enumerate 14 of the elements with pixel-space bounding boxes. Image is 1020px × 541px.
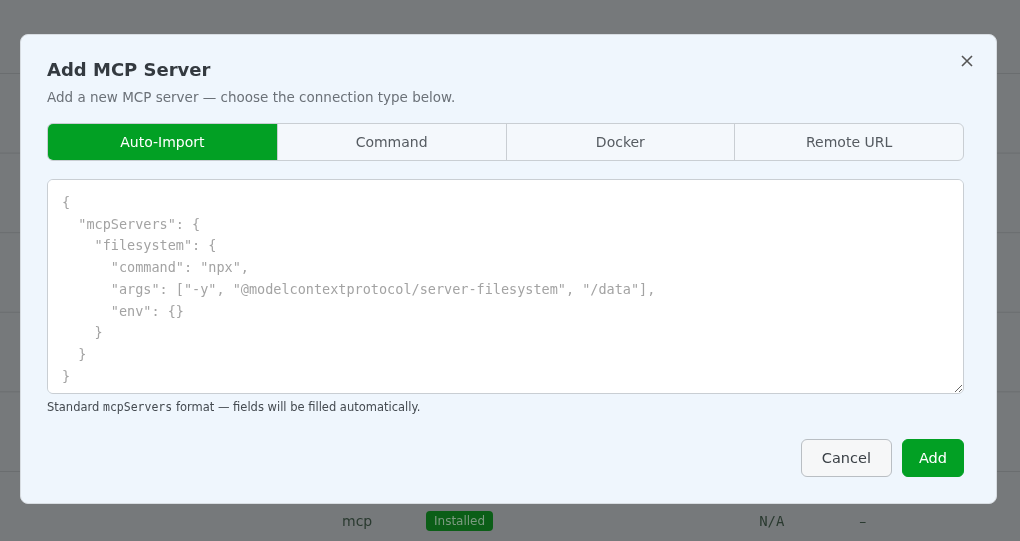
dash-text: –	[859, 513, 868, 529]
dialog-subtitle: Add a new MCP server — choose the connection type below.	[47, 89, 457, 105]
size-text: N/A	[759, 513, 786, 529]
hint-text: Standard mcpServers format — fields will be filled automatically.	[47, 400, 422, 414]
json-input-field[interactable]: { "mcpServers": { "filesystem": { "command": "npx", "args": ["-y", "@modelcontextprotocol/server-filesystem", "/data"], "env": {} } } }	[47, 179, 964, 394]
tab[interactable]: Docker	[505, 124, 735, 160]
tab[interactable]: Command	[276, 124, 506, 160]
status-badge: Installed	[426, 511, 494, 531]
tab[interactable]: Remote URL	[734, 124, 963, 160]
server-name: mcp	[342, 513, 374, 529]
tab[interactable]: Auto-Import	[48, 124, 277, 160]
dialog-title: Add MCP Server	[47, 59, 212, 80]
cancel-button[interactable]: Cancel	[800, 439, 892, 477]
add-button[interactable]: Add	[901, 439, 964, 477]
